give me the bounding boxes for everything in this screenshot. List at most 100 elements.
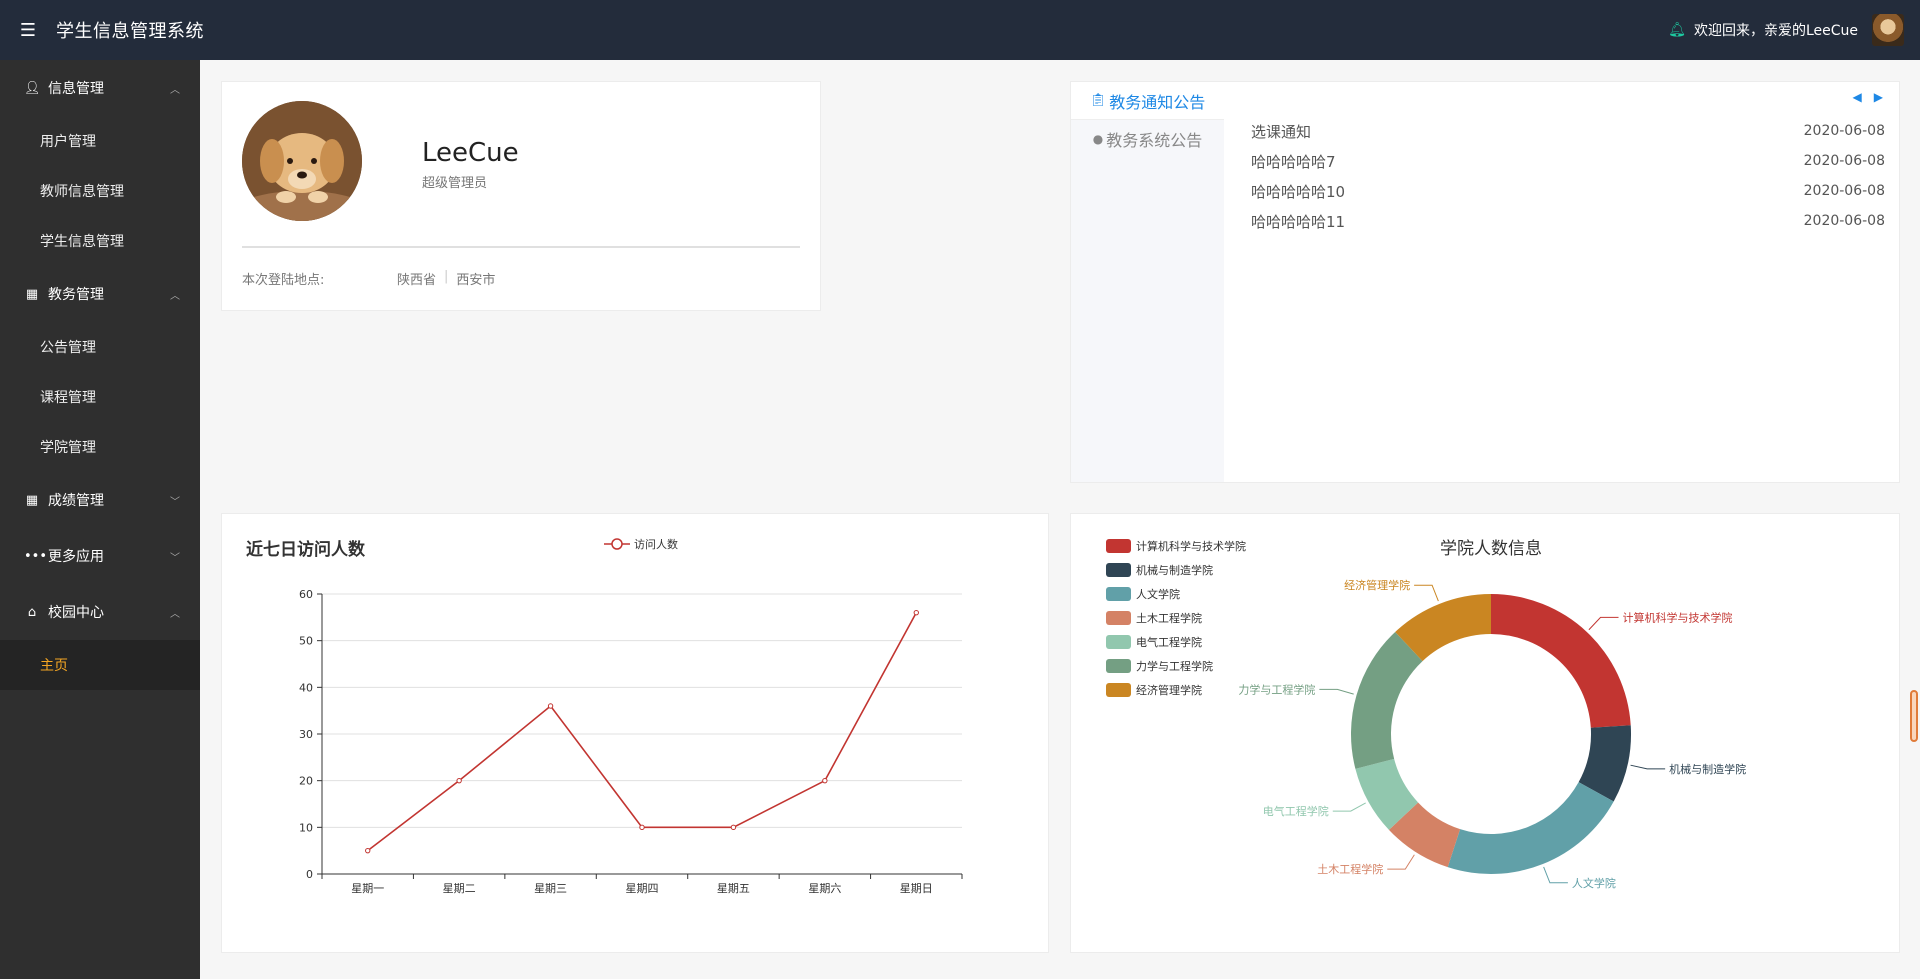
label-leader-line (1414, 584, 1439, 602)
chevron-down-icon: ﹀ (170, 496, 180, 508)
profile-card: LeeCue 超级管理员 本次登陆地点: 陕西省 | 西安市 (221, 81, 821, 311)
series-line (367, 612, 917, 852)
user-icon: 👤︎ (24, 80, 41, 96)
scrollbar-thumb[interactable] (1910, 690, 1918, 742)
list-item[interactable]: 选课通知 2020-06-08 (1251, 116, 1885, 146)
donut-slice (1351, 631, 1423, 769)
legend-label: 访问人数 (634, 538, 678, 551)
data-point (456, 777, 462, 784)
legend-swatch (1106, 635, 1131, 649)
sidebar-item-student-info[interactable]: 学生信息管理 (0, 216, 200, 266)
y-tick-label: 60 (299, 588, 313, 601)
label-leader-line (1630, 764, 1666, 770)
legend-label: 计算机科学与技术学院 (1136, 539, 1246, 553)
sidebar-group-label: 成绩管理 (48, 493, 104, 509)
label-leader-line (1387, 854, 1415, 870)
sidebar-group-academic[interactable]: ▦ 教务管理 ︿ (0, 266, 200, 322)
visits-chart-card: 近七日访问人数 0 10 20 30 40 50 60 星期一 星期二 星期三 星期四 星期五 星期六星… (221, 513, 1049, 953)
notice-date: 2020-06-08 (1803, 213, 1885, 229)
sidebar-item-college-manage[interactable]: 学院管理 (0, 422, 200, 472)
donut-chart: 学院人数信息计算机科学与技术学院机械与制造学院人文学院土木工程学院电气工程学院力… (1106, 539, 1746, 890)
line-chart: 0 10 20 30 40 50 60 星期一 星期二 星期三 星期四 星期五 星期六 星期日 访问人数 (299, 538, 963, 895)
x-tick-label: 星期五 (717, 882, 750, 895)
data-point (822, 777, 828, 784)
legend-swatch (1106, 563, 1131, 577)
legend-label: 机械与制造学院 (1136, 563, 1213, 577)
notice-title: 哈哈哈哈哈7 (1251, 152, 1336, 171)
list-item[interactable]: 哈哈哈哈哈7 2020-06-08 (1251, 146, 1885, 176)
location-city: 西安市 (456, 273, 496, 288)
slice-label: 人文学院 (1572, 876, 1616, 890)
divider (242, 246, 800, 248)
label-leader-line (1588, 616, 1619, 631)
chevron-up-icon: ︿ (170, 84, 180, 96)
notice-title: 选课通知 (1251, 122, 1312, 141)
slice-label: 电气工程学院 (1263, 804, 1329, 818)
sidebar-item-course-manage[interactable]: 课程管理 (0, 372, 200, 422)
legend-label: 人文学院 (1136, 587, 1180, 601)
data-point (913, 609, 919, 616)
tab-system-notice[interactable]: ● 教务系统公告 (1071, 120, 1224, 158)
puppy-image (242, 101, 362, 221)
legend-swatch (1106, 683, 1131, 697)
pin-icon: ● (1092, 132, 1104, 146)
home-icon: ⌂ (27, 604, 37, 620)
app-title: 学生信息管理系统 (56, 21, 204, 42)
donut-slice (1447, 782, 1614, 874)
x-tick-label: 星期四 (626, 882, 659, 895)
sidebar-group-label: 信息管理 (48, 81, 104, 97)
slice-label: 经济管理学院 (1344, 578, 1410, 592)
bell-icon[interactable]: 🔔︎ (1668, 22, 1686, 38)
chart-title: 学院人数信息 (1440, 539, 1542, 559)
legend-label: 电气工程学院 (1136, 635, 1202, 649)
label-leader-line (1543, 866, 1568, 884)
sidebar-group-campus[interactable]: ⌂ 校园中心 ︿ (0, 584, 200, 640)
y-tick-label: 0 (306, 868, 313, 881)
sidebar-group-label: 校园中心 (48, 605, 104, 621)
notice-title: 哈哈哈哈哈11 (1251, 212, 1346, 231)
clipboard-icon: 📋︎ (1089, 93, 1107, 108)
sidebar-item-user-manage[interactable]: 用户管理 (0, 116, 200, 166)
data-point (730, 824, 737, 831)
y-tick-label: 20 (299, 775, 313, 788)
sidebar-item-home[interactable]: 主页 (0, 640, 200, 690)
login-location: 本次登陆地点: 陕西省 | 西安市 (242, 269, 495, 288)
user-avatar[interactable] (1872, 14, 1904, 46)
sidebar-group-info[interactable]: 👤︎ 信息管理 ︿ (0, 60, 200, 116)
sidebar-item-teacher-info[interactable]: 教师信息管理 (0, 166, 200, 216)
notice-title: 哈哈哈哈哈10 (1251, 182, 1346, 201)
y-tick-label: 30 (299, 728, 313, 741)
menu-toggle-icon[interactable]: ☰ (0, 0, 56, 60)
list-item[interactable]: 哈哈哈哈哈11 2020-06-08 (1251, 206, 1885, 236)
location-province: 陕西省 (397, 273, 437, 288)
college-chart-card: 学院人数信息 计算机科学与技术学院 机械与制造学院 人文学院 土木工程学院 电气工程学院力… (1070, 513, 1900, 953)
y-tick-label: 10 (299, 821, 313, 834)
legend-swatch (1106, 587, 1131, 601)
prev-arrow-icon[interactable]: ◀ (1853, 90, 1862, 104)
tab-academic-notice[interactable]: 📋︎ 教务通知公告 (1071, 82, 1224, 120)
notice-card: 📋︎ 教务通知公告 ● 教务系统公告 ◀ ▶ 选课通知 2020-06-08 哈… (1070, 81, 1900, 483)
profile-role: 超级管理员 (422, 176, 488, 191)
y-tick-label: 40 (299, 681, 313, 694)
x-tick-label: 星期六 (808, 882, 841, 895)
legend-label: 力学与工程学院 (1136, 659, 1213, 673)
location-label: 本次登陆地点: (242, 273, 325, 288)
sidebar-item-notice-manage[interactable]: 公告管理 (0, 322, 200, 372)
next-arrow-icon[interactable]: ▶ (1874, 90, 1883, 104)
more-dots-icon: ••• (24, 548, 48, 564)
legend-swatch (1106, 659, 1131, 673)
slice-label: 计算机科学与技术学院 (1623, 610, 1733, 624)
legend-swatch (1106, 611, 1131, 625)
chevron-up-icon: ︿ (170, 290, 180, 302)
legend-swatch (1106, 539, 1131, 553)
sidebar-group-grades[interactable]: ▦ 成绩管理 ﹀ (0, 472, 200, 528)
x-tick-label: 星期三 (534, 882, 567, 895)
legend-label: 土木工程学院 (1136, 611, 1202, 625)
slice-label: 机械与制造学院 (1669, 762, 1746, 776)
list-item[interactable]: 哈哈哈哈哈10 2020-06-08 (1251, 176, 1885, 206)
tab-label: 教务通知公告 (1109, 92, 1206, 112)
x-tick-label: 星期二 (443, 882, 476, 895)
profile-avatar (242, 101, 362, 221)
top-bar: ☰ 学生信息管理系统 🔔︎ 欢迎回来，亲爱的LeeCue (0, 0, 1920, 60)
sidebar-group-more[interactable]: ••• 更多应用 ﹀ (0, 528, 200, 584)
